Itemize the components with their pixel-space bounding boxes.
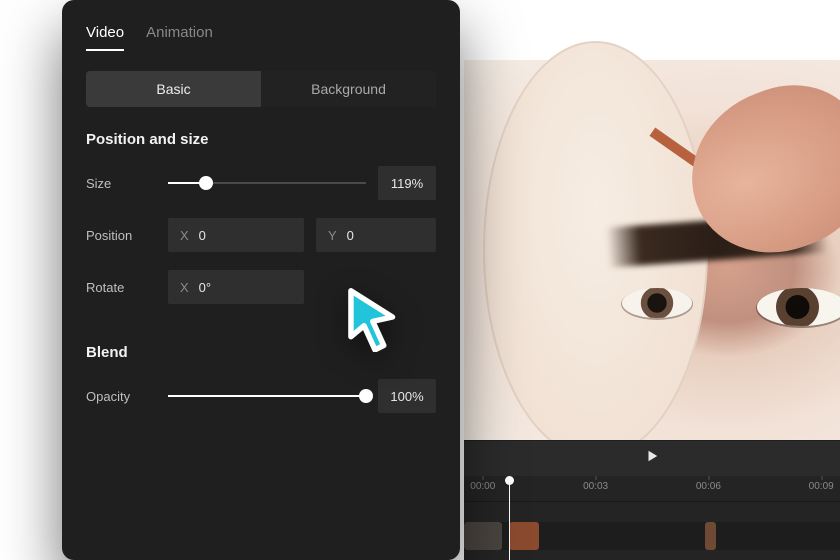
slider-fill xyxy=(168,395,366,397)
timeline-playhead[interactable] xyxy=(509,476,510,560)
preview-content-eye-right xyxy=(757,288,840,326)
ruler-tick: 00:09 xyxy=(809,481,834,492)
subtab-basic[interactable]: Basic xyxy=(86,71,261,107)
rotate-label: Rotate xyxy=(86,280,156,295)
size-value[interactable]: 119% xyxy=(378,166,436,200)
tab-animation[interactable]: Animation xyxy=(146,18,213,51)
slider-thumb[interactable] xyxy=(199,176,213,190)
playback-bar xyxy=(464,440,840,476)
timeline-ruler[interactable]: 00:00 00:03 00:06 00:09 xyxy=(464,476,840,502)
timeline-clip[interactable] xyxy=(705,522,716,550)
ruler-tick: 00:00 xyxy=(470,481,495,492)
timeline[interactable]: 00:00 00:03 00:06 00:09 xyxy=(464,476,840,560)
position-label: Position xyxy=(86,228,156,243)
position-y-value: 0 xyxy=(347,228,354,243)
subtab-background[interactable]: Background xyxy=(261,71,436,107)
position-x-label: X xyxy=(180,228,189,243)
timeline-clip[interactable] xyxy=(464,522,502,550)
timeline-clip[interactable] xyxy=(509,522,539,550)
size-slider[interactable] xyxy=(168,173,366,193)
preview-image xyxy=(464,60,840,440)
play-icon[interactable] xyxy=(645,449,659,468)
position-x-input[interactable]: X 0 xyxy=(168,218,304,252)
position-y-input[interactable]: Y 0 xyxy=(316,218,436,252)
section-position-size: Position and size xyxy=(86,131,436,148)
ruler-tick: 00:06 xyxy=(696,481,721,492)
slider-thumb[interactable] xyxy=(359,389,373,403)
ruler-tick: 00:03 xyxy=(583,481,608,492)
rotate-x-value: 0° xyxy=(199,280,211,295)
size-label: Size xyxy=(86,176,156,191)
subtab-segment: Basic Background xyxy=(86,71,436,107)
panel-tabs: Video Animation xyxy=(86,18,436,51)
position-y-label: Y xyxy=(328,228,337,243)
tab-video[interactable]: Video xyxy=(86,18,124,51)
opacity-slider[interactable] xyxy=(168,386,366,406)
preview-content-eye-left xyxy=(622,288,692,318)
section-blend: Blend xyxy=(86,344,436,361)
rotate-x-label: X xyxy=(180,280,189,295)
opacity-value[interactable]: 100% xyxy=(378,379,436,413)
position-x-value: 0 xyxy=(199,228,206,243)
properties-panel: Video Animation Basic Background Positio… xyxy=(62,0,460,560)
opacity-label: Opacity xyxy=(86,389,156,404)
rotate-x-input[interactable]: X 0° xyxy=(168,270,304,304)
preview-canvas[interactable] xyxy=(464,60,840,440)
